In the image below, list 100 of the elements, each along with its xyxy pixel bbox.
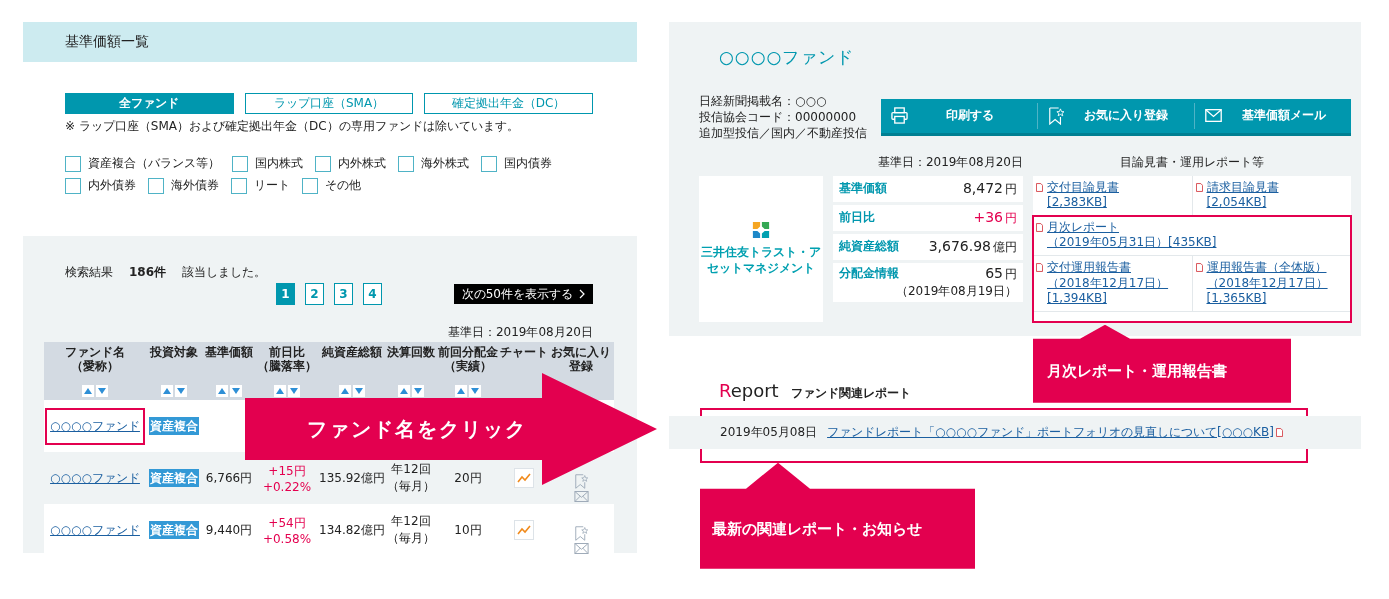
price-value: +36 円: [973, 208, 1017, 227]
page-button[interactable]: 3: [334, 283, 353, 305]
line-chart-icon: [517, 525, 531, 535]
report-subtitle: ファンド関連レポート: [790, 384, 911, 402]
chart-button[interactable]: [514, 520, 534, 540]
checkbox[interactable]: [231, 177, 247, 194]
chart-button[interactable]: [514, 468, 534, 488]
report-date: 2019年05月08日: [720, 423, 818, 441]
document-size-link[interactable]: [2,383KB]: [1047, 195, 1107, 211]
document-link[interactable]: 月次レポート: [1047, 219, 1119, 236]
checkbox[interactable]: [398, 155, 414, 172]
document-size-link[interactable]: [2,054KB]: [1206, 195, 1267, 211]
mail-icon[interactable]: [573, 543, 589, 554]
action-button[interactable]: 基準価額メール: [1194, 102, 1351, 129]
search-result-count: 検索結果 186件 該当しました。: [64, 264, 268, 281]
price-value: 65 円: [985, 264, 1017, 283]
column-label: 前日比: [268, 345, 306, 359]
column-label: 純資産総額: [321, 345, 383, 360]
checkbox[interactable]: [481, 155, 497, 172]
up-triangle-icon: [276, 388, 284, 394]
reference-date: 基準日：2019年08月20日: [446, 325, 593, 340]
checkbox[interactable]: [148, 177, 164, 194]
table-cell: 9,440円: [205, 522, 253, 537]
report-link[interactable]: ファンドレポート「○○○○ファンド」ポートフォリオの見直しについて[○○○KB]: [827, 423, 1274, 441]
sort-ascending-button[interactable]: [455, 385, 467, 397]
checkbox-label: リート: [254, 177, 290, 194]
checkbox-label: 国内株式: [255, 155, 303, 172]
bookmark-star-icon[interactable]: [574, 526, 588, 541]
sort-descending-button[interactable]: [412, 385, 424, 397]
table-cell: 20円: [454, 470, 482, 485]
document-size-link[interactable]: （2019年05月31日）[435KB]: [1047, 235, 1217, 251]
document-link[interactable]: 交付目論見書: [1047, 179, 1119, 196]
page-button[interactable]: 4: [363, 283, 382, 305]
bookmark-star-icon: [1048, 106, 1064, 125]
fund-tab[interactable]: ラップ口座（SMA）: [244, 93, 414, 114]
sort-ascending-button[interactable]: [274, 385, 286, 397]
fund-info-line: 投信協会コード：00000000: [699, 109, 858, 126]
down-triangle-icon: [355, 388, 363, 394]
checkbox[interactable]: [302, 177, 318, 194]
down-triangle-icon: [177, 388, 185, 394]
page-button[interactable]: 2: [305, 283, 324, 305]
sort-ascending-button[interactable]: [398, 385, 410, 397]
up-triangle-icon: [457, 388, 465, 394]
column-label: 投資対象: [149, 345, 199, 360]
checkbox[interactable]: [232, 155, 248, 172]
checkbox-label: 海外株式: [421, 155, 469, 172]
fund-tab[interactable]: 確定拠出年金（DC）: [424, 93, 593, 114]
checkbox[interactable]: [65, 155, 81, 172]
sort-ascending-button[interactable]: [216, 385, 228, 397]
document-link[interactable]: 交付運用報告書: [1047, 259, 1131, 276]
pdf-icon: [1275, 427, 1283, 437]
action-button[interactable]: 印刷する: [881, 102, 1037, 129]
line-chart-icon: [517, 473, 531, 483]
sort-descending-button[interactable]: [230, 385, 242, 397]
document-size-link[interactable]: （2018年12月17日）[1,394KB]: [1047, 275, 1189, 307]
next-page-button[interactable]: 次の50件を表示する: [453, 284, 593, 304]
up-triangle-icon: [218, 388, 226, 394]
bookmark-star-icon[interactable]: [574, 474, 588, 489]
up-triangle-icon: [84, 388, 92, 394]
fund-tab[interactable]: 全ファンド: [65, 93, 234, 114]
sort-ascending-button[interactable]: [82, 385, 94, 397]
logo-mark-icon: [752, 221, 770, 240]
checkbox[interactable]: [65, 177, 81, 194]
fund-link[interactable]: ○○○○ファンド: [50, 470, 140, 485]
sort-descending-button[interactable]: [353, 385, 365, 397]
price-label: 前日比: [839, 209, 875, 227]
price-change: +15円: [267, 462, 307, 480]
checkbox[interactable]: [315, 155, 331, 172]
checkbox-label: その他: [325, 177, 361, 194]
action-button[interactable]: お気に入り登録: [1037, 102, 1194, 129]
price-label: 分配金情報: [839, 265, 899, 283]
page-button[interactable]: 1: [276, 283, 295, 305]
sort-descending-button[interactable]: [469, 385, 481, 397]
sort-descending-button[interactable]: [175, 385, 187, 397]
fund-link[interactable]: ○○○○ファンド: [50, 522, 140, 537]
callout-box: 月次レポート・運用報告書: [1033, 324, 1291, 403]
sort-ascending-button[interactable]: [339, 385, 351, 397]
document-link[interactable]: 請求目論見書: [1206, 179, 1279, 196]
checkbox-label: 国内債券: [504, 155, 552, 172]
document-size-link[interactable]: （2018年12月17日）[1,365KB]: [1206, 275, 1348, 307]
price-label: 基準価額: [839, 180, 887, 198]
fund-info-line: 日経新聞掲載名：○○○: [699, 93, 828, 110]
pdf-icon: [1036, 262, 1043, 272]
column-label: チャート: [500, 345, 548, 360]
up-triangle-icon: [400, 388, 408, 394]
column-label: （騰落率）: [256, 359, 318, 374]
down-triangle-icon: [414, 388, 422, 394]
fund-link[interactable]: ○○○○ファンド: [50, 418, 140, 433]
sort-ascending-button[interactable]: [161, 385, 173, 397]
checkbox-label: 資産複合（バランス等）: [88, 155, 220, 172]
reference-date: 基準日：2019年08月20日: [876, 153, 1023, 171]
change-rate: +0.58%: [261, 531, 313, 546]
mail-icon: [1205, 109, 1222, 123]
document-link[interactable]: 運用報告書（全体版）: [1206, 259, 1327, 276]
column-label: お気に入り: [550, 345, 612, 360]
table-cell: 年12回（毎月）: [387, 514, 435, 545]
sort-descending-button[interactable]: [288, 385, 300, 397]
report-title: Report: [719, 379, 779, 401]
sort-descending-button[interactable]: [96, 385, 108, 397]
mail-icon[interactable]: [573, 491, 589, 502]
